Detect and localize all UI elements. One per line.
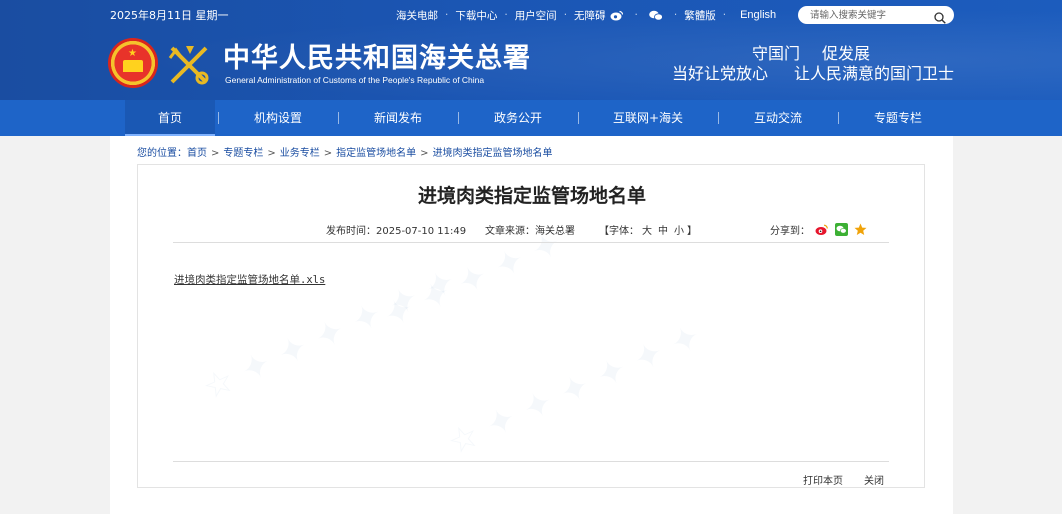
- search-input[interactable]: [810, 8, 928, 22]
- divider: ·: [504, 9, 508, 21]
- slogan-line-2: 当好让党放心 让人民满意的国门卫士: [672, 60, 954, 84]
- top-links: 海关电邮 · 下载中心 · 用户空间 · 无障碍 · · 繁體版 · Engli…: [396, 8, 776, 22]
- nav-item-organization[interactable]: 机构设置: [232, 100, 324, 136]
- breadcrumb-separator: >: [267, 148, 276, 159]
- link-customs-email[interactable]: 海关电邮: [396, 8, 438, 23]
- site-title-en: General Administration of Customs of the…: [225, 75, 485, 85]
- nav-item-government-affairs[interactable]: 政务公开: [472, 100, 564, 136]
- nav-divider: [578, 112, 579, 124]
- current-date: 2025年8月11日 星期一: [110, 9, 229, 22]
- link-user-space[interactable]: 用户空间: [515, 8, 557, 23]
- share-label: 分享到：: [770, 226, 810, 237]
- nav-item-special-topics[interactable]: 专题专栏: [852, 100, 944, 136]
- font-size-controls: 【字体：大中小】: [599, 222, 697, 237]
- nav-item-news[interactable]: 新闻发布: [352, 100, 444, 136]
- divider: ·: [673, 9, 678, 21]
- link-accessibility[interactable]: 无障碍: [574, 8, 606, 23]
- weibo-icon[interactable]: [610, 9, 624, 21]
- slogan-text: 让人民满意的国门卫士: [793, 64, 954, 83]
- breadcrumb-current[interactable]: 进境肉类指定监管场地名单: [433, 148, 553, 159]
- site-header: 2025年8月11日 星期一 海关电邮 · 下载中心 · 用户空间 · 无障碍 …: [0, 0, 1062, 100]
- font-size-medium[interactable]: 中: [658, 226, 668, 237]
- font-size-bracket: 】: [687, 226, 697, 237]
- divider: ·: [634, 9, 638, 21]
- breadcrumb-separator: >: [323, 148, 333, 159]
- article-title: 进境肉类指定监管场地名单: [417, 185, 646, 207]
- article-card: ☆ ✦ ✦ ✦ ✦ ✦ ✦ ☆ ✦ ✦ ✦ ✦ ✦ ✦ ✦ ✦ ✦ ✦ ✦ 进境…: [137, 164, 925, 488]
- breadcrumb: 您的位置：首页 > 专题专栏 > 业务专栏 > 指定监管场地名单 > 进境肉类指定监管场地名单: [137, 144, 553, 159]
- nav-item-interaction[interactable]: 互动交流: [732, 100, 824, 136]
- nav-divider: [458, 112, 459, 124]
- nav-divider: [338, 112, 339, 124]
- national-emblem-icon: ★: [108, 38, 158, 88]
- breadcrumb-designated-sites[interactable]: 指定监管场地名单: [336, 148, 416, 159]
- slogan-text: 当好让党放心: [671, 64, 768, 83]
- breadcrumb-label: 您的位置：: [137, 148, 187, 159]
- close-page-link[interactable]: 关闭: [864, 472, 884, 487]
- font-size-small[interactable]: 小: [674, 226, 684, 237]
- print-page-link[interactable]: 打印本页: [803, 472, 843, 487]
- link-download-center[interactable]: 下载中心: [455, 8, 497, 23]
- wechat-icon[interactable]: [649, 9, 663, 21]
- nav-divider: [218, 112, 219, 124]
- breadcrumb-special-topics[interactable]: 专题专栏: [223, 148, 263, 159]
- share-wechat-icon[interactable]: [835, 221, 848, 236]
- attachment-link[interactable]: 进境肉类指定监管场地名单.xls: [174, 272, 325, 287]
- share-favorite-icon[interactable]: [854, 221, 867, 235]
- breadcrumb-home[interactable]: 首页: [187, 148, 207, 159]
- link-english[interactable]: English: [740, 9, 776, 21]
- article-source: 文章来源：海关总署: [485, 226, 575, 237]
- divider: [173, 242, 889, 243]
- font-size-large[interactable]: 大: [642, 226, 652, 237]
- search-icon[interactable]: [934, 9, 946, 24]
- share-weibo-icon[interactable]: [815, 221, 828, 235]
- nav-divider: [838, 112, 839, 124]
- font-size-label: 【字体：: [599, 226, 639, 237]
- divider: ·: [563, 9, 568, 21]
- site-title: 中华人民共和国海关总署: [223, 43, 531, 74]
- nav-item-home[interactable]: 首页: [125, 100, 215, 136]
- divider: ·: [722, 9, 727, 21]
- publish-time: 发布时间：2025-07-10 11:49: [326, 226, 467, 237]
- divider: [173, 461, 889, 462]
- nav-divider: [718, 112, 719, 124]
- link-traditional-chinese[interactable]: 繁體版: [684, 8, 716, 23]
- nav-item-internet-customs[interactable]: 互联网+海关: [592, 100, 704, 136]
- breadcrumb-separator: >: [420, 148, 429, 159]
- divider: ·: [445, 9, 449, 21]
- breadcrumb-separator: >: [211, 148, 220, 159]
- watermark: ☆ ✦ ✦ ✦ ✦ ✦ ✦: [442, 316, 707, 463]
- search-box: [798, 6, 954, 24]
- customs-emblem-icon: [166, 40, 214, 88]
- main-nav: 首页 机构设置 新闻发布 政务公开 互联网+海关 互动交流 专题专栏: [0, 100, 1062, 136]
- breadcrumb-business[interactable]: 业务专栏: [280, 148, 320, 159]
